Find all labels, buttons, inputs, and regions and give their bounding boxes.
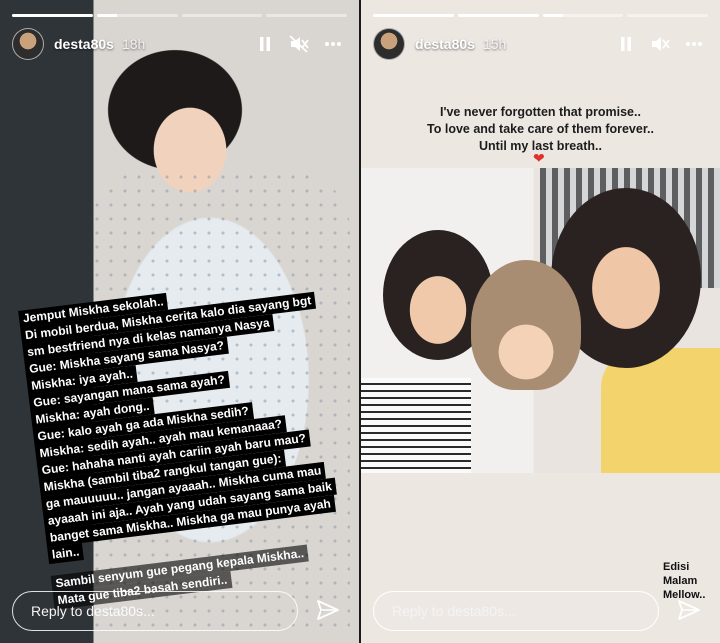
more-options-icon[interactable] bbox=[680, 30, 708, 58]
story-text-overlay: Jemput Miskha sekolah.. Di mobil berdua,… bbox=[18, 267, 359, 610]
story-left[interactable]: desta80s 18h Jemput Miskha sekolah.. Di … bbox=[0, 0, 359, 643]
caption-line: To love and take care of them forever.. bbox=[427, 122, 654, 136]
reply-input[interactable]: Reply to desta80s... bbox=[12, 591, 298, 631]
username[interactable]: desta80s bbox=[54, 36, 114, 52]
username[interactable]: desta80s bbox=[415, 36, 475, 52]
send-icon[interactable] bbox=[676, 597, 702, 623]
edisi-line: Malam bbox=[663, 575, 698, 587]
avatar[interactable] bbox=[12, 28, 44, 60]
progress-segment bbox=[373, 14, 454, 17]
story-progress bbox=[373, 14, 708, 17]
avatar[interactable] bbox=[373, 28, 405, 60]
mute-icon[interactable] bbox=[646, 30, 674, 58]
send-icon[interactable] bbox=[315, 597, 341, 623]
heart-icon: ❤ bbox=[533, 150, 545, 166]
progress-segment bbox=[457, 14, 539, 17]
story-header: desta80s 18h bbox=[12, 28, 347, 60]
story-photo bbox=[361, 168, 720, 473]
progress-segment bbox=[627, 14, 708, 17]
progress-segment bbox=[542, 14, 624, 17]
progress-segment bbox=[96, 14, 178, 17]
reply-placeholder: Reply to desta80s... bbox=[392, 603, 516, 619]
story-right[interactable]: desta80s 15h I've never forgotten that p… bbox=[361, 0, 720, 643]
progress-segment bbox=[266, 14, 347, 17]
edisi-line: Edisi bbox=[663, 561, 690, 573]
mute-icon[interactable] bbox=[285, 30, 313, 58]
post-time: 18h bbox=[121, 36, 146, 52]
story-caption: I've never forgotten that promise.. To l… bbox=[361, 104, 720, 155]
reply-placeholder: Reply to desta80s... bbox=[31, 603, 155, 619]
reply-input[interactable]: Reply to desta80s... bbox=[373, 591, 659, 631]
caption-line: I've never forgotten that promise.. bbox=[440, 105, 641, 119]
edisi-label: Edisi Malam Mellow.. bbox=[663, 560, 705, 602]
story-progress bbox=[12, 14, 347, 17]
story-header: desta80s 15h bbox=[373, 28, 708, 60]
progress-segment bbox=[12, 14, 93, 17]
pause-icon[interactable] bbox=[251, 30, 279, 58]
pause-icon[interactable] bbox=[612, 30, 640, 58]
more-options-icon[interactable] bbox=[319, 30, 347, 58]
progress-segment bbox=[181, 14, 263, 17]
post-time: 15h bbox=[482, 36, 507, 52]
